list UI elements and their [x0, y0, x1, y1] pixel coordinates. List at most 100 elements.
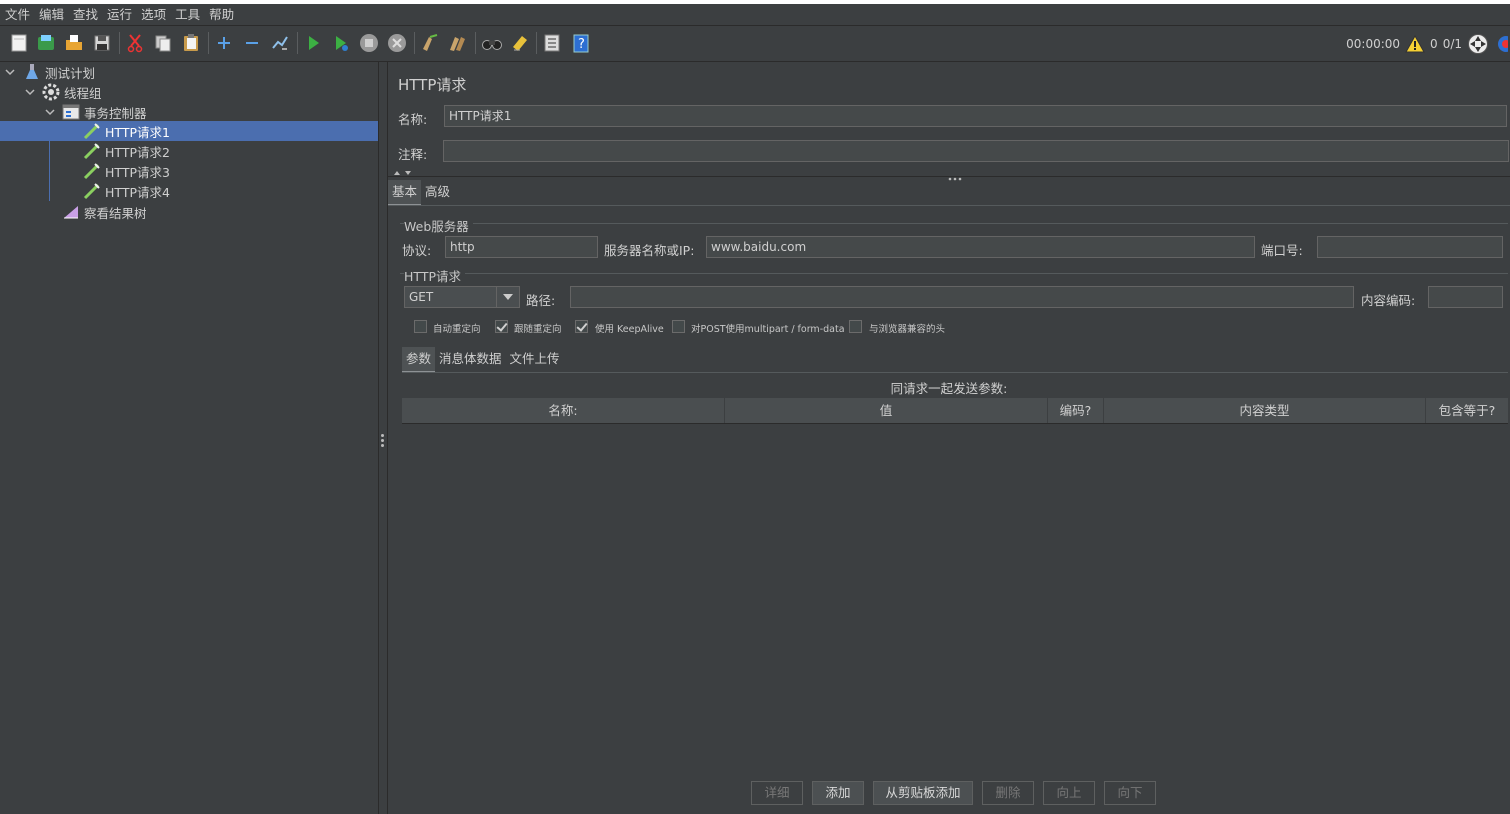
stop-icon[interactable] — [358, 32, 380, 54]
function-helper-icon[interactable] — [541, 32, 563, 54]
warning-icon[interactable] — [1405, 34, 1425, 53]
save-icon[interactable] — [91, 32, 113, 54]
start-icon[interactable] — [302, 32, 324, 54]
open-icon[interactable] — [63, 32, 85, 54]
port-label: 端口号: — [1261, 243, 1303, 258]
chevron-down-icon[interactable] — [45, 107, 55, 117]
shutdown-icon[interactable] — [386, 32, 408, 54]
column-header-content-type[interactable]: 内容类型 — [1104, 398, 1426, 423]
panel-title: HTTP请求 — [398, 76, 467, 94]
menu-run[interactable]: 运行 — [102, 4, 136, 25]
help-icon[interactable]: ? — [570, 32, 592, 54]
column-header-value[interactable]: 值 — [725, 398, 1048, 423]
tree-node-thread-group[interactable]: 线程组 — [42, 82, 102, 102]
http-sampler-icon — [83, 122, 101, 140]
keepalive-label: 使用 KeepAlive — [595, 324, 664, 335]
browser-headers-label: 与浏览器兼容的头 — [869, 324, 946, 335]
tree-node-label: HTTP请求3 — [105, 164, 170, 180]
menu-tools[interactable]: 工具 — [170, 4, 204, 25]
keepalive-checkbox[interactable] — [575, 320, 588, 333]
transaction-controller-icon — [62, 103, 80, 121]
toolbar-separator — [475, 32, 476, 54]
down-button[interactable]: 向下 — [1104, 781, 1156, 805]
add-from-clipboard-button[interactable]: 从剪贴板添加 — [873, 781, 973, 805]
method-select[interactable]: GET — [404, 286, 520, 308]
comment-input[interactable] — [443, 140, 1509, 162]
tab-advanced[interactable]: 高级 — [421, 180, 454, 204]
name-input[interactable]: HTTP请求1 — [444, 105, 1507, 127]
toolbar-separator — [208, 32, 209, 54]
column-header-name[interactable]: 名称: — [402, 398, 725, 423]
tab-body-data[interactable]: 消息体数据 — [435, 347, 506, 371]
tree-node-test-plan[interactable]: 测试计划 — [23, 62, 95, 82]
follow-redirects-checkbox[interactable] — [495, 320, 508, 333]
tree-node-label: HTTP请求2 — [105, 144, 170, 160]
column-header-include-equals[interactable]: 包含等于? — [1426, 398, 1508, 423]
server-input[interactable]: www.baidu.com — [706, 236, 1255, 258]
clear-icon[interactable] — [419, 32, 441, 54]
copy-icon[interactable] — [152, 32, 174, 54]
collapse-icon[interactable] — [241, 32, 263, 54]
selected-row-highlight — [0, 121, 378, 141]
name-label: 名称: — [398, 112, 428, 127]
menu-search[interactable]: 查找 — [68, 4, 102, 25]
menu-edit[interactable]: 编辑 — [34, 4, 68, 25]
tree-node-label: 事务控制器 — [84, 105, 147, 121]
multipart-checkbox[interactable] — [672, 320, 685, 333]
protocol-label: 协议: — [402, 243, 432, 258]
tab-files-upload[interactable]: 文件上传 — [506, 347, 564, 371]
split-pane-divider[interactable] — [379, 62, 388, 814]
protocol-input[interactable]: http — [445, 236, 598, 258]
multipart-label: 对POST使用multipart / form-data — [691, 324, 845, 335]
column-header-encode[interactable]: 编码? — [1048, 398, 1104, 423]
paste-icon[interactable] — [180, 32, 202, 54]
http-request-group-label: HTTP请求 — [404, 266, 465, 285]
test-plan-icon — [23, 63, 41, 81]
http-sampler-icon — [83, 142, 101, 160]
menu-help[interactable]: 帮助 — [204, 4, 238, 25]
log-viewer-icon[interactable] — [1494, 34, 1508, 54]
toggle-icon[interactable] — [269, 32, 291, 54]
server-label: 服务器名称或IP: — [604, 243, 695, 258]
new-icon[interactable] — [8, 32, 30, 54]
tab-parameters[interactable]: 参数 — [402, 347, 436, 373]
clear-all-icon[interactable] — [447, 32, 469, 54]
path-input[interactable] — [570, 286, 1354, 308]
port-input[interactable] — [1317, 236, 1503, 258]
body-tabs: 参数 消息体数据 文件上传 — [402, 347, 564, 373]
menu-file[interactable]: 文件 — [0, 4, 34, 25]
params-table-header: 名称: 值 编码? 内容类型 包含等于? — [402, 398, 1508, 424]
redirect-auto-checkbox[interactable] — [414, 320, 427, 333]
templates-icon[interactable] — [35, 32, 57, 54]
expand-icon[interactable] — [213, 32, 235, 54]
tree-node-label: 察看结果树 — [84, 205, 147, 221]
remote-icon[interactable] — [1467, 33, 1489, 55]
chevron-down-icon[interactable] — [5, 67, 15, 77]
content-encoding-input[interactable] — [1428, 286, 1503, 308]
menu-options[interactable]: 选项 — [136, 4, 170, 25]
browser-headers-checkbox[interactable] — [849, 320, 862, 333]
search-icon[interactable] — [481, 32, 503, 54]
tree-node-view-results-tree[interactable]: 察看结果树 — [62, 202, 147, 222]
tree-node-label: HTTP请求4 — [105, 184, 170, 200]
tree-node-transaction-controller[interactable]: 事务控制器 — [62, 102, 147, 122]
add-button[interactable]: 添加 — [812, 781, 864, 805]
tree-node-http-request-3[interactable]: HTTP请求3 — [83, 161, 170, 181]
status-area: 00:00:00 0 0/1 — [1346, 26, 1510, 61]
http-request-panel: HTTP请求 名称: HTTP请求1 注释: 基本 高级 Web服务器 协议: … — [388, 62, 1510, 814]
tab-basic[interactable]: 基本 — [388, 180, 422, 206]
cut-icon[interactable] — [124, 32, 146, 54]
tree-node-http-request-2[interactable]: HTTP请求2 — [83, 141, 170, 161]
chevron-down-icon[interactable] — [25, 87, 35, 97]
reset-search-icon[interactable] — [509, 32, 531, 54]
active-threads: 0/1 — [1442, 36, 1462, 51]
start-no-pause-icon[interactable] — [330, 32, 352, 54]
tree-node-http-request-1[interactable]: HTTP请求1 — [83, 121, 170, 141]
divider — [388, 205, 1510, 206]
drag-handle-icon[interactable] — [948, 170, 962, 181]
delete-button[interactable]: 删除 — [982, 781, 1034, 805]
tree-node-http-request-4[interactable]: HTTP请求4 — [83, 181, 170, 201]
detail-button[interactable]: 详细 — [751, 781, 803, 805]
up-button[interactable]: 向上 — [1043, 781, 1095, 805]
tree-guide-line — [49, 121, 50, 201]
